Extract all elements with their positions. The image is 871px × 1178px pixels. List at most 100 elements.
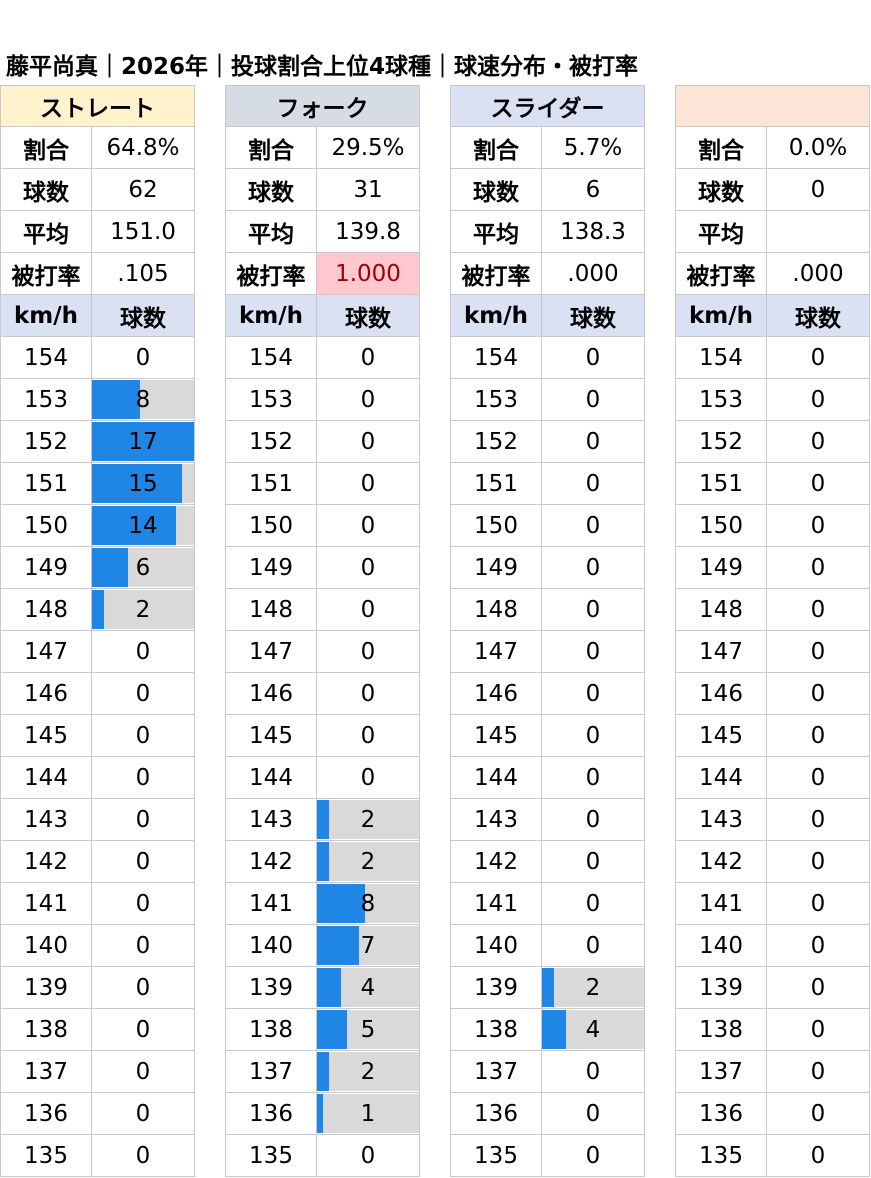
- speed-row: 144 0: [675, 756, 870, 799]
- speed-row: 149 6: [0, 546, 195, 589]
- speed-row: 150 0: [675, 504, 870, 547]
- pitch-count-cell: 0: [91, 1134, 195, 1177]
- pitch-table: 割合 0.0% 球数 0 平均 被打率 .000 km/h 球数 154 0 153 0 152 0 151 0…: [675, 85, 870, 1177]
- speed-row: 139 0: [0, 966, 195, 1009]
- stat-label: 球数: [450, 168, 542, 211]
- pitch-count-cell: 0: [316, 672, 420, 715]
- speed-value: 137: [675, 1050, 767, 1093]
- speed-value: 139: [675, 966, 767, 1009]
- speed-value: 154: [0, 336, 92, 379]
- pitch-count-cell: 0: [766, 420, 870, 463]
- pitch-count-cell: 0: [541, 504, 645, 547]
- speed-column-header: km/h: [0, 294, 92, 337]
- speed-value: 143: [450, 798, 542, 841]
- speed-value: 142: [0, 840, 92, 883]
- count-bar: [92, 548, 128, 587]
- pitch-count-value: 0: [810, 932, 826, 959]
- speed-row: 135 0: [0, 1134, 195, 1177]
- speed-value: 141: [225, 882, 317, 925]
- speed-value: 136: [0, 1092, 92, 1135]
- pitch-count-column-header: 球数: [91, 294, 195, 337]
- pitch-count-cell: 2: [91, 588, 195, 631]
- pitch-count-value: 0: [585, 554, 601, 581]
- speed-value: 151: [450, 462, 542, 505]
- speed-row: 143 0: [450, 798, 645, 841]
- pitch-count-cell: 0: [766, 462, 870, 505]
- pitch-count-cell: 0: [766, 1008, 870, 1051]
- pitch-count-value: 0: [135, 1100, 151, 1127]
- speed-row: 146 0: [0, 672, 195, 715]
- pitch-count-value: 0: [810, 512, 826, 539]
- speed-row: 149 0: [450, 546, 645, 589]
- speed-row: 140 0: [675, 924, 870, 967]
- pitch-count-cell: 0: [541, 588, 645, 631]
- count-bar: [317, 926, 359, 965]
- pitch-count-value: 0: [135, 848, 151, 875]
- count-bar: [92, 590, 105, 629]
- speed-value: 154: [225, 336, 317, 379]
- speed-row: 150 0: [225, 504, 420, 547]
- pitch-name: ストレート: [0, 85, 195, 127]
- pitch-count-cell: 0: [91, 714, 195, 757]
- pitch-count-value: 0: [135, 1058, 151, 1085]
- pitch-count-value: 8: [360, 890, 376, 917]
- pitch-count-cell: 0: [541, 840, 645, 883]
- pitch-count-value: 0: [360, 470, 376, 497]
- pitch-count-value: 0: [810, 1016, 826, 1043]
- speed-value: 152: [225, 420, 317, 463]
- avg-speed-row: 平均 151.0: [0, 210, 195, 253]
- stat-label: 平均: [450, 210, 542, 253]
- pitch-count-cell: 0: [541, 882, 645, 925]
- pitch-count-value: 17: [128, 428, 158, 455]
- stat-label: 割合: [225, 126, 317, 169]
- ratio-row: 割合 64.8%: [0, 126, 195, 169]
- count-row: 球数 0: [675, 168, 870, 211]
- speed-row: 138 4: [450, 1008, 645, 1051]
- count-bar: [317, 842, 330, 881]
- speed-value: 144: [675, 756, 767, 799]
- pitch-count-value: 14: [128, 512, 158, 539]
- speed-row: 136 0: [675, 1092, 870, 1135]
- stat-value: 151.0: [91, 210, 195, 253]
- speed-value: 145: [675, 714, 767, 757]
- pitch-count-value: 0: [585, 1058, 601, 1085]
- pitch-count-value: 5: [360, 1016, 376, 1043]
- stat-label: 被打率: [675, 252, 767, 295]
- pitch-count-value: 0: [810, 596, 826, 623]
- pitch-count-value: 0: [360, 1142, 376, 1169]
- pitch-panel-1: ストレート 割合 64.8% 球数 62 平均 151.0 被打率 .105 km/h 球数 154 0…: [0, 85, 195, 1177]
- pitch-count-value: 0: [585, 638, 601, 665]
- pitch-count-value: 0: [810, 680, 826, 707]
- speed-value: 154: [450, 336, 542, 379]
- speed-value: 144: [225, 756, 317, 799]
- pitch-name: [675, 85, 870, 127]
- pitch-count-cell: 0: [766, 1050, 870, 1093]
- speed-value: 142: [225, 840, 317, 883]
- distribution-header: km/h 球数: [450, 294, 645, 337]
- speed-value: 141: [0, 882, 92, 925]
- pitch-count-value: 4: [585, 1016, 601, 1043]
- speed-row: 143 2: [225, 798, 420, 841]
- speed-row: 149 0: [225, 546, 420, 589]
- speed-value: 138: [450, 1008, 542, 1051]
- speed-value: 150: [450, 504, 542, 547]
- count-bar: [317, 1010, 347, 1049]
- speed-row: 137 2: [225, 1050, 420, 1093]
- speed-row: 146 0: [225, 672, 420, 715]
- speed-row: 144 0: [0, 756, 195, 799]
- count-row: 球数 62: [0, 168, 195, 211]
- speed-row: 136 0: [450, 1092, 645, 1135]
- speed-value: 153: [0, 378, 92, 421]
- speed-value: 140: [450, 924, 542, 967]
- pitch-count-cell: 7: [316, 924, 420, 967]
- speed-value: 139: [0, 966, 92, 1009]
- pitch-count-cell: 0: [541, 420, 645, 463]
- stat-label: 割合: [675, 126, 767, 169]
- stat-value: 31: [316, 168, 420, 211]
- pitch-count-value: 0: [585, 1142, 601, 1169]
- speed-value: 146: [0, 672, 92, 715]
- speed-row: 138 0: [0, 1008, 195, 1051]
- speed-value: 148: [225, 588, 317, 631]
- speed-row: 154 0: [0, 336, 195, 379]
- pitch-count-value: 0: [810, 428, 826, 455]
